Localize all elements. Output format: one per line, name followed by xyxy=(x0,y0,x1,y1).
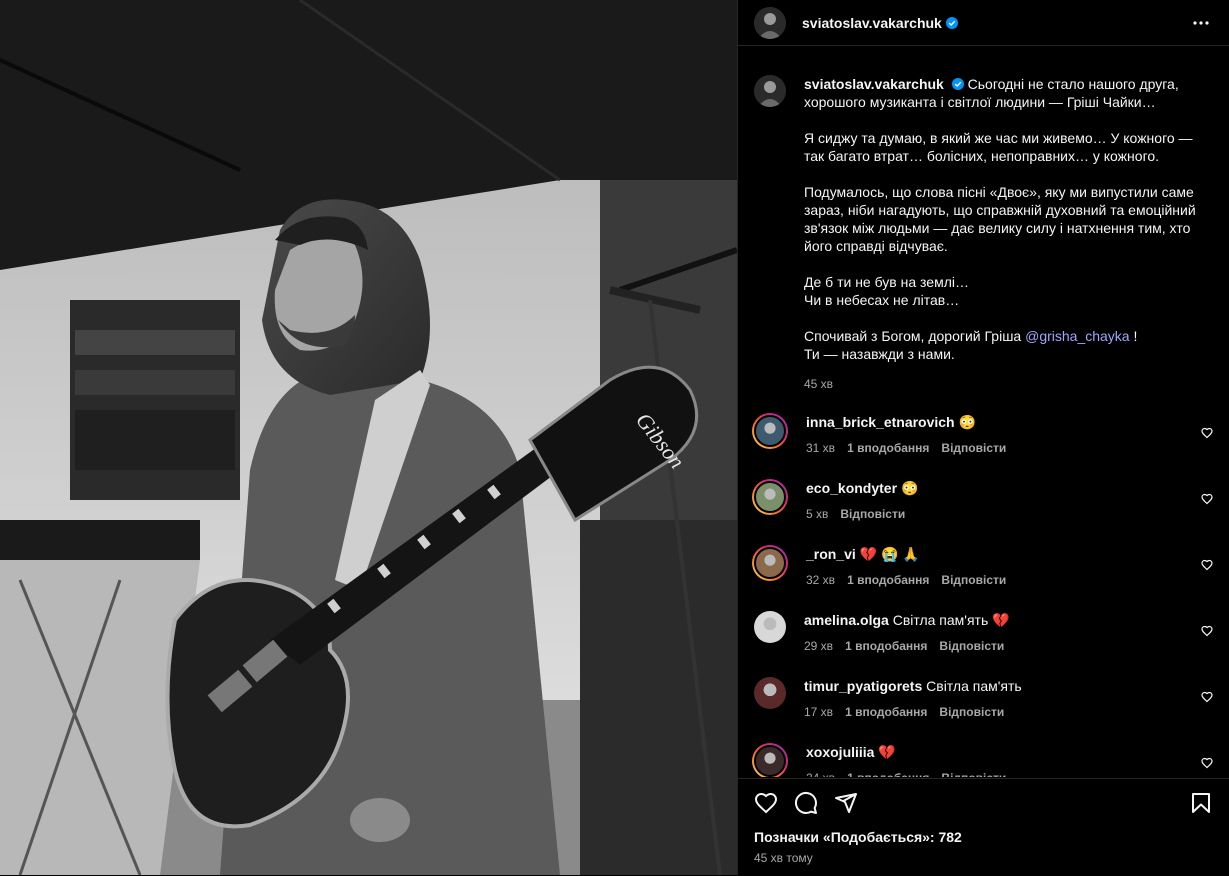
commenter-username[interactable]: xoxojuliiia xyxy=(806,744,874,760)
commenter-username[interactable]: inna_brick_etnarovich xyxy=(806,414,955,430)
comment-time[interactable]: 29 хв xyxy=(804,639,833,653)
comment-like-heart-icon[interactable] xyxy=(1201,691,1213,703)
post-photo-illustration: Gibson xyxy=(0,0,737,875)
commenter-avatar[interactable] xyxy=(752,545,788,581)
caption-username[interactable]: sviatoslav.vakarchuk xyxy=(804,76,944,92)
comment-text: Світла пам'ять xyxy=(926,678,1022,694)
likes-count[interactable]: Позначки «Подобається»: 782 xyxy=(738,829,1229,845)
commenter-avatar[interactable] xyxy=(754,611,786,677)
caption-timestamp[interactable]: 45 хв xyxy=(804,375,1213,393)
comment-time[interactable]: 31 хв xyxy=(806,441,835,455)
like-heart-icon[interactable] xyxy=(754,791,778,815)
post-caption: sviatoslav.vakarchuk Сьогодні не стало н… xyxy=(738,61,1229,393)
comment-body: timur_pyatigorets Світла пам'ять 17 хв 1 в… xyxy=(804,677,1022,743)
comment-body: eco_kondyter 😳 5 хв Відповісти xyxy=(806,479,918,545)
comment-likes[interactable]: 1 вподобання xyxy=(847,441,929,455)
commenter-username[interactable]: timur_pyatigorets xyxy=(804,678,922,694)
comment-time[interactable]: 5 хв xyxy=(806,507,828,521)
comment-time[interactable]: 24 хв xyxy=(806,771,835,777)
more-options-button[interactable] xyxy=(1189,11,1213,35)
comment-text: 😳 xyxy=(900,480,919,496)
reply-button[interactable]: Відповісти xyxy=(939,705,1004,719)
comment-time[interactable]: 17 хв xyxy=(804,705,833,719)
comment-body: inna_brick_etnarovich 😳 31 хв 1 вподобання… xyxy=(806,413,1006,479)
commenter-avatar[interactable] xyxy=(752,743,788,777)
commenter-avatar[interactable] xyxy=(752,413,788,449)
commenter-username[interactable]: eco_kondyter xyxy=(806,480,897,496)
post-time-ago[interactable]: 45 хв тому xyxy=(738,851,1229,865)
more-icon xyxy=(1193,20,1209,25)
comment-item: inna_brick_etnarovich 😳 31 хв 1 вподобання… xyxy=(752,413,1213,479)
caption-farewell-end: ! xyxy=(1129,328,1138,344)
comment-item: xoxojuliiia 💔 24 хв 1 вподобання Відповісти xyxy=(752,743,1213,777)
caption-lyric-2: Чи в небесах не літав… xyxy=(804,292,960,308)
comment-time[interactable]: 32 хв xyxy=(806,573,835,587)
comment-like-heart-icon[interactable] xyxy=(1201,757,1213,769)
post-photo[interactable]: Gibson xyxy=(0,0,737,875)
comment-text: Світла пам'ять 💔 xyxy=(892,612,1010,628)
comment-likes[interactable]: 1 вподобання xyxy=(847,771,929,777)
reply-button[interactable]: Відповісти xyxy=(840,507,905,521)
caption-paragraph-2: Я сиджу та думаю, в який же час ми живем… xyxy=(804,130,1193,164)
author-username[interactable]: sviatoslav.vakarchuk xyxy=(802,15,942,31)
comments-scroll-area[interactable]: sviatoslav.vakarchuk Сьогодні не стало н… xyxy=(738,61,1229,777)
author-avatar[interactable] xyxy=(754,6,786,39)
commenter-avatar[interactable] xyxy=(754,677,786,743)
comment-body: amelina.olga Світла пам'ять 💔 29 хв 1 впод… xyxy=(804,611,1010,677)
caption-closing: Ти — назавжди з нами. xyxy=(804,346,955,362)
comment-like-heart-icon[interactable] xyxy=(1201,559,1213,571)
comment-item: _ron_vi 💔 😭 🙏 32 хв 1 вподобання Відповісти xyxy=(752,545,1213,611)
comment-item: eco_kondyter 😳 5 хв Відповісти xyxy=(752,479,1213,545)
reply-button[interactable]: Відповісти xyxy=(941,771,1006,777)
caption-farewell: Спочивай з Богом, дорогий Гріша xyxy=(804,328,1026,344)
comment-likes[interactable]: 1 вподобання xyxy=(845,639,927,653)
caption-avatar[interactable] xyxy=(754,75,786,107)
comment-like-heart-icon[interactable] xyxy=(1201,493,1213,505)
verified-icon xyxy=(951,78,964,90)
caption-lyric-1: Де б ти не був на землі… xyxy=(804,274,969,290)
reply-button[interactable]: Відповісти xyxy=(941,441,1006,455)
comment-text: 😳 xyxy=(958,414,976,430)
share-send-icon[interactable] xyxy=(834,791,858,815)
reply-button[interactable]: Відповісти xyxy=(939,639,1004,653)
comment-body: _ron_vi 💔 😭 🙏 32 хв 1 вподобання Відповісти xyxy=(806,545,1006,611)
verified-icon xyxy=(945,16,958,29)
comment-likes[interactable]: 1 вподобання xyxy=(845,705,927,719)
comment-text: 💔 xyxy=(878,744,896,760)
post-actions: Позначки «Подобається»: 782 45 хв тому xyxy=(738,778,1229,876)
comment-body: xoxojuliiia 💔 24 хв 1 вподобання Відповісти xyxy=(806,743,1006,777)
commenter-username[interactable]: _ron_vi xyxy=(806,546,856,562)
commenter-avatar[interactable] xyxy=(752,479,788,515)
caption-paragraph-3: Подумалось, що слова пісні «Двоє», яку м… xyxy=(804,184,1196,254)
comment-bubble-icon[interactable] xyxy=(794,791,818,815)
save-bookmark-icon[interactable] xyxy=(1189,791,1213,815)
comment-item: amelina.olga Світла пам'ять 💔 29 хв 1 впод… xyxy=(754,611,1213,677)
post-header: sviatoslav.vakarchuk xyxy=(738,0,1229,46)
comment-like-heart-icon[interactable] xyxy=(1201,625,1213,637)
comment-text: 💔 😭 🙏 xyxy=(859,546,920,562)
mention-link[interactable]: @grisha_chayka xyxy=(1025,328,1130,344)
commenter-username[interactable]: amelina.olga xyxy=(804,612,889,628)
post-panel: sviatoslav.vakarchuk sviatoslav.vakarchu… xyxy=(737,0,1229,876)
comment-like-heart-icon[interactable] xyxy=(1201,427,1213,439)
comments-list: inna_brick_etnarovich 😳 31 хв 1 вподобання… xyxy=(738,413,1229,777)
comment-item: timur_pyatigorets Світла пам'ять 17 хв 1 в… xyxy=(754,677,1213,743)
reply-button[interactable]: Відповісти xyxy=(941,573,1006,587)
comment-likes[interactable]: 1 вподобання xyxy=(847,573,929,587)
